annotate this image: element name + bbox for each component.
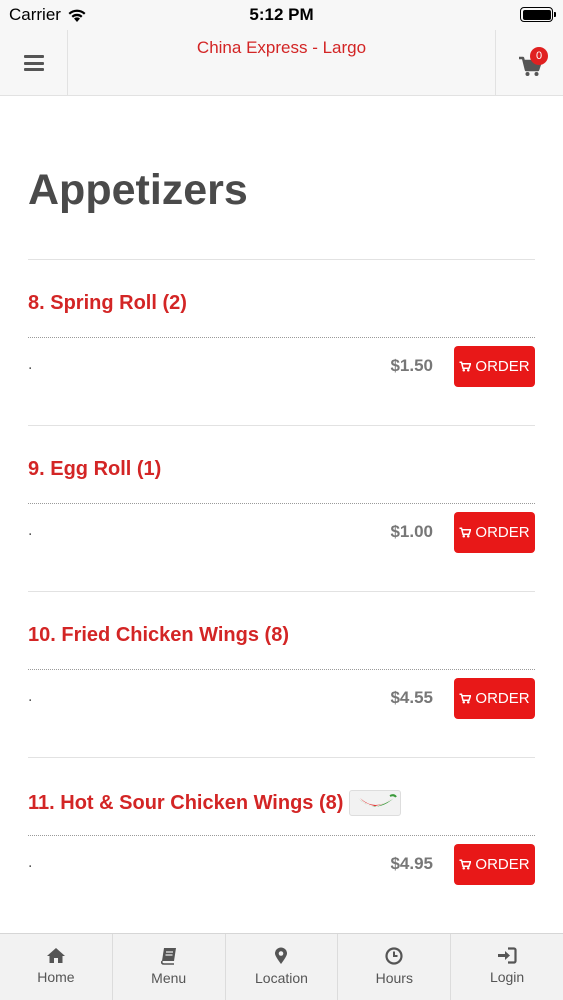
order-button-label: ORDER xyxy=(475,690,530,707)
status-time: 5:12 PM xyxy=(249,5,314,24)
cart-icon xyxy=(459,693,472,704)
item-name-label: 11. Hot & Sour Chicken Wings (8) xyxy=(28,791,344,814)
order-button-label: ORDER xyxy=(475,524,530,541)
tab-hours-label: Hours xyxy=(375,970,413,986)
menu-item: 9. Egg Roll (1) . $1.00 ORDER xyxy=(28,425,535,591)
cart-icon xyxy=(459,859,472,870)
order-button[interactable]: ORDER xyxy=(454,844,535,885)
item-description: . xyxy=(28,854,33,871)
cart-count-badge: 0 xyxy=(530,47,548,65)
hamburger-icon xyxy=(23,55,44,71)
item-description: . xyxy=(28,688,33,705)
item-price: $4.95 xyxy=(390,854,433,873)
menu-content: Appetizers 8. Spring Roll (2) . $1.50 OR… xyxy=(28,96,535,923)
sign-in-icon xyxy=(498,947,517,964)
dotted-divider xyxy=(28,669,535,670)
item-name-label: 9. Egg Roll (1) xyxy=(28,458,162,480)
item-name[interactable]: 9. Egg Roll (1) xyxy=(28,458,161,481)
item-name-label: 8. Spring Roll (2) xyxy=(28,292,187,314)
tab-login-label: Login xyxy=(489,969,525,985)
tab-hours[interactable]: Hours xyxy=(338,934,452,1000)
dotted-divider xyxy=(28,503,535,504)
tab-home-label: Home xyxy=(37,969,75,985)
cart-button[interactable]: 0 xyxy=(495,30,563,96)
app-header: China Express - Largo 0 xyxy=(0,30,563,96)
item-price: $1.50 xyxy=(390,356,433,375)
item-price: $4.55 xyxy=(390,688,433,707)
restaurant-title: China Express - Largo xyxy=(196,38,367,57)
tab-home[interactable]: Home xyxy=(0,934,113,1000)
map-pin-icon xyxy=(275,947,288,964)
bottom-tab-bar: Home Menu Location Hours Login xyxy=(0,933,563,1000)
tab-location[interactable]: Location xyxy=(226,934,339,1000)
item-name[interactable]: 11. Hot & Sour Chicken Wings (8) xyxy=(28,790,402,816)
status-bar: Carrier 5:12 PM xyxy=(0,0,563,30)
item-name[interactable]: 8. Spring Roll (2) xyxy=(28,292,187,315)
menu-button[interactable] xyxy=(0,30,68,96)
cart-icon xyxy=(459,361,472,372)
menu-item: 11. Hot & Sour Chicken Wings (8) . $4.95… xyxy=(28,757,535,923)
section-title: Appetizers xyxy=(28,166,248,214)
tab-menu[interactable]: Menu xyxy=(113,934,226,1000)
item-description: . xyxy=(28,522,33,539)
menu-item: 8. Spring Roll (2) . $1.50 ORDER xyxy=(28,259,535,425)
spicy-pepper-icon xyxy=(349,790,402,816)
book-icon xyxy=(160,948,176,965)
order-button[interactable]: ORDER xyxy=(454,512,535,553)
battery-icon xyxy=(520,7,556,22)
item-description: . xyxy=(28,356,33,373)
item-price: $1.00 xyxy=(390,522,433,541)
cart-icon xyxy=(459,527,472,538)
tab-menu-label: Menu xyxy=(151,970,187,986)
clock-icon xyxy=(385,947,403,965)
dotted-divider xyxy=(28,835,535,836)
order-button[interactable]: ORDER xyxy=(454,678,535,719)
tab-login[interactable]: Login xyxy=(451,934,563,1000)
tab-location-label: Location xyxy=(255,970,308,986)
dotted-divider xyxy=(28,337,535,338)
order-button[interactable]: ORDER xyxy=(454,346,535,387)
menu-item: 10. Fried Chicken Wings (8) . $4.55 ORDE… xyxy=(28,591,535,757)
item-name-label: 10. Fried Chicken Wings (8) xyxy=(28,624,289,646)
order-button-label: ORDER xyxy=(475,856,530,873)
order-button-label: ORDER xyxy=(475,358,530,375)
home-icon xyxy=(46,948,65,963)
item-name[interactable]: 10. Fried Chicken Wings (8) xyxy=(28,624,289,647)
